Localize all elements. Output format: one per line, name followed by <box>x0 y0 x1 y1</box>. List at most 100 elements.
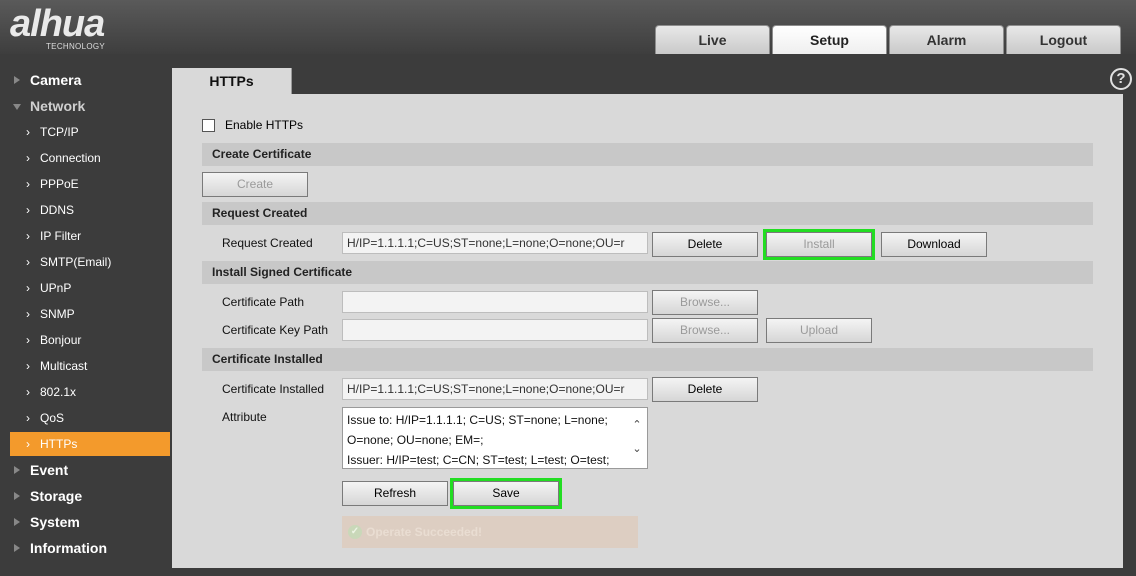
top-nav: Live Setup Alarm Logout <box>655 25 1123 54</box>
sidebar-item-https[interactable]: › HTTPs <box>10 432 170 456</box>
enable-https-checkbox[interactable] <box>202 118 215 132</box>
sidebar-item-storage[interactable]: Storage <box>10 484 170 508</box>
chevron-right-icon: › <box>26 437 30 451</box>
collapsed-triangle-icon <box>14 492 20 500</box>
sidebar-item-label: Network <box>30 98 86 114</box>
panel-tab-https[interactable]: HTTPs <box>172 68 292 94</box>
refresh-button[interactable]: Refresh <box>342 481 448 506</box>
chevron-right-icon: › <box>26 203 30 217</box>
attribute-textarea[interactable]: Issue to: H/IP=1.1.1.1; C=US; ST=none; L… <box>342 407 648 469</box>
request-created-label: Request Created <box>222 236 313 250</box>
status-text: Operate Succeeded! <box>366 525 483 539</box>
collapsed-triangle-icon <box>14 466 20 474</box>
sidebar-item-pppoe[interactable]: › PPPoE <box>10 172 170 196</box>
expanded-triangle-icon <box>13 104 21 110</box>
download-button[interactable]: Download <box>881 232 987 257</box>
sidebar-item-label: PPPoE <box>40 177 79 191</box>
sidebar-item-information[interactable]: Information <box>10 536 170 560</box>
https-settings-panel: Enable HTTPs Create Certificate Create R… <box>172 94 1123 568</box>
sidebar-item-system[interactable]: System <box>10 510 170 534</box>
help-icon[interactable]: ? <box>1110 68 1132 90</box>
sidebar-item-snmp[interactable]: › SNMP <box>10 302 170 326</box>
brand-logo: alhua TECHNOLOGY <box>10 3 105 51</box>
sidebar-item-label: QoS <box>40 411 65 425</box>
scroll-down-icon[interactable]: ⌄ <box>631 444 643 455</box>
chevron-right-icon: › <box>26 177 30 191</box>
logo-text: alhua <box>10 3 105 45</box>
sidebar-item-connection[interactable]: › Connection <box>10 146 170 170</box>
chevron-right-icon: › <box>26 151 30 165</box>
sidebar-item-camera[interactable]: Camera <box>10 68 170 92</box>
enable-https-label: Enable HTTPs <box>225 118 304 132</box>
sidebar-item-label: Multicast <box>40 359 88 373</box>
section-request-created: Request Created <box>202 202 1093 225</box>
logo-subtext: TECHNOLOGY <box>46 42 106 51</box>
sidebar-item-8021x[interactable]: › 802.1x <box>10 380 170 404</box>
sidebar-item-label: IP Filter <box>40 229 82 243</box>
sidebar-item-tcpip[interactable]: › TCP/IP <box>10 120 170 144</box>
sidebar-item-label: HTTPs <box>40 437 78 451</box>
sidebar-item-label: System <box>30 514 80 530</box>
sidebar-item-label: Information <box>30 540 107 556</box>
attribute-line: Issuer: H/IP=test; C=CN; ST=test; L=test… <box>347 453 610 467</box>
sidebar-item-label: DDNS <box>40 203 75 217</box>
browse-key-button[interactable]: Browse... <box>652 318 758 343</box>
attribute-label: Attribute <box>222 410 267 424</box>
collapsed-triangle-icon <box>14 76 20 84</box>
sidebar-item-multicast[interactable]: › Multicast <box>10 354 170 378</box>
sidebar-item-event[interactable]: Event <box>10 458 170 482</box>
certificate-path-field[interactable] <box>342 291 648 313</box>
chevron-right-icon: › <box>26 359 30 373</box>
sidebar-item-label: Camera <box>30 72 82 88</box>
install-button[interactable]: Install <box>763 229 875 260</box>
save-button[interactable]: Save <box>450 478 562 509</box>
tab-alarm[interactable]: Alarm <box>889 25 1004 54</box>
chevron-right-icon: › <box>26 385 30 399</box>
sidebar-item-bonjour[interactable]: › Bonjour <box>10 328 170 352</box>
chevron-right-icon: › <box>26 307 30 321</box>
sidebar-item-smtp[interactable]: › SMTP(Email) <box>10 250 170 274</box>
certificate-installed-field[interactable]: H/IP=1.1.1.1;C=US;ST=none;L=none;O=none;… <box>342 378 648 400</box>
sidebar-item-label: SNMP <box>40 307 75 321</box>
chevron-right-icon: › <box>26 255 30 269</box>
chevron-right-icon: › <box>26 229 30 243</box>
success-check-icon: ✓ <box>348 525 362 539</box>
certificate-key-path-label: Certificate Key Path <box>222 323 329 337</box>
request-created-field[interactable]: H/IP=1.1.1.1;C=US;ST=none;L=none;O=none;… <box>342 232 648 254</box>
chevron-right-icon: › <box>26 411 30 425</box>
upload-button[interactable]: Upload <box>766 318 872 343</box>
sidebar-item-ddns[interactable]: › DDNS <box>10 198 170 222</box>
status-message: ✓ Operate Succeeded! <box>342 516 638 548</box>
certificate-key-path-field[interactable] <box>342 319 648 341</box>
certificate-path-label: Certificate Path <box>222 295 305 309</box>
tab-setup[interactable]: Setup <box>772 25 887 54</box>
main-area: HTTPs ? Enable HTTPs Create Certificate … <box>172 54 1136 576</box>
section-install-signed-certificate: Install Signed Certificate <box>202 261 1093 284</box>
create-button[interactable]: Create <box>202 172 308 197</box>
collapsed-triangle-icon <box>14 544 20 552</box>
certificate-installed-label: Certificate Installed <box>222 382 325 396</box>
sidebar-item-label: Storage <box>30 488 83 504</box>
sidebar-item-label: TCP/IP <box>40 125 79 139</box>
sidebar-item-ip-filter[interactable]: › IP Filter <box>10 224 170 248</box>
delete-installed-button[interactable]: Delete <box>652 377 758 402</box>
sidebar-item-label: Connection <box>40 151 101 165</box>
top-header: alhua TECHNOLOGY Live Setup Alarm Logout <box>0 0 1136 54</box>
attribute-line: O=none; OU=none; EM=; <box>347 433 484 447</box>
attribute-line: Issue to: H/IP=1.1.1.1; C=US; ST=none; L… <box>347 413 608 427</box>
sidebar-item-qos[interactable]: › QoS <box>10 406 170 430</box>
delete-request-button[interactable]: Delete <box>652 232 758 257</box>
scroll-up-icon[interactable]: ⌃ <box>631 420 643 431</box>
sidebar-item-network[interactable]: Network <box>10 94 170 118</box>
section-certificate-installed: Certificate Installed <box>202 348 1093 371</box>
sidebar-item-upnp[interactable]: › UPnP <box>10 276 170 300</box>
sidebar-item-label: 802.1x <box>40 385 77 399</box>
tab-live[interactable]: Live <box>655 25 770 54</box>
browse-cert-button[interactable]: Browse... <box>652 290 758 315</box>
sidebar: Camera Network › TCP/IP › Connection › P… <box>0 54 172 576</box>
chevron-right-icon: › <box>26 125 30 139</box>
enable-https-row: Enable HTTPs <box>202 118 303 132</box>
sidebar-item-label: Bonjour <box>40 333 82 347</box>
tab-logout[interactable]: Logout <box>1006 25 1121 54</box>
sidebar-item-label: SMTP(Email) <box>40 255 112 269</box>
